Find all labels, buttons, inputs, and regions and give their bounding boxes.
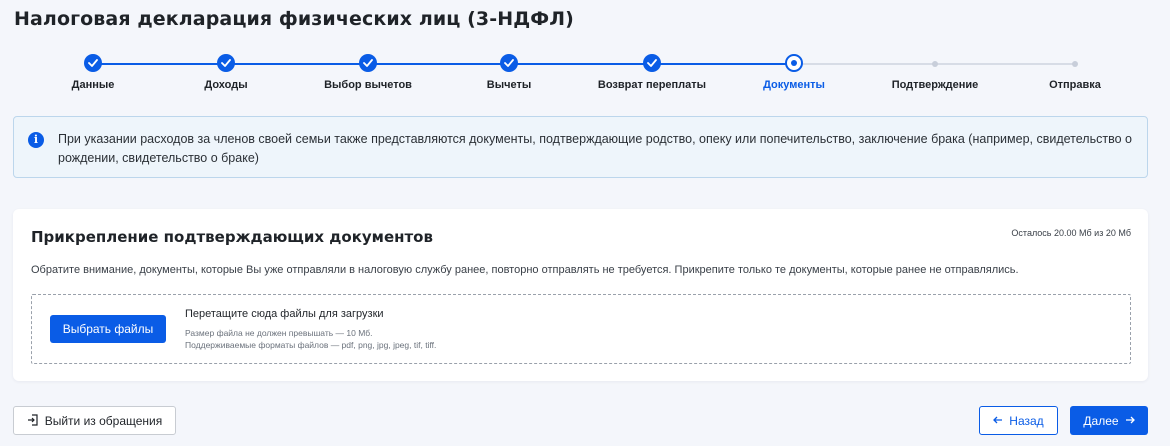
choose-files-button[interactable]: Выбрать файлы xyxy=(50,315,166,343)
step-label: Возврат переплаты xyxy=(597,79,707,91)
step-label: Выбор вычетов xyxy=(324,79,412,91)
exit-button-label: Выйти из обращения xyxy=(44,413,163,428)
page-title: Налоговая декларация физических лиц (3-Н… xyxy=(14,8,574,30)
dropzone-title: Перетащите сюда файлы для загрузки xyxy=(185,308,384,320)
step-label: Данные xyxy=(71,79,115,91)
arrow-left-icon xyxy=(993,415,1003,427)
step-label: Подтверждение xyxy=(891,79,979,91)
arrow-right-icon xyxy=(1125,415,1135,427)
stepper-progress-line xyxy=(93,63,794,65)
info-icon: i xyxy=(28,132,44,148)
info-text: При указании расходов за членов своей се… xyxy=(58,132,1132,165)
next-button-label: Далее xyxy=(1083,413,1119,428)
check-icon xyxy=(359,54,377,72)
step-label: Документы xyxy=(763,79,825,91)
exit-button[interactable]: Выйти из обращения xyxy=(13,406,176,435)
check-icon xyxy=(643,54,661,72)
info-banner: i При указании расходов за членов своей … xyxy=(13,116,1148,178)
step-label: Отправка xyxy=(1049,79,1101,91)
storage-quota: Осталось 20.00 Мб из 20 Мб xyxy=(1011,228,1131,238)
check-icon xyxy=(500,54,518,72)
step-label: Доходы xyxy=(204,79,248,91)
check-icon xyxy=(84,54,102,72)
next-button[interactable]: Далее xyxy=(1070,406,1148,435)
pending-step-dot xyxy=(1072,61,1078,67)
file-formats-hint: Поддерживаемые форматы файлов — pdf, png… xyxy=(185,340,437,350)
progress-stepper: Данные Доходы Выбор вычетов Вычеты Возвр… xyxy=(0,52,1170,96)
file-size-hint: Размер файла не должен превышать — 10 Мб… xyxy=(185,328,373,338)
file-dropzone[interactable]: Выбрать файлы Перетащите сюда файлы для … xyxy=(31,294,1131,364)
pending-step-dot xyxy=(932,61,938,67)
current-step-icon xyxy=(785,54,803,72)
logout-icon xyxy=(27,413,39,428)
back-button-label: Назад xyxy=(1009,413,1044,428)
section-title: Прикрепление подтверждающих документов xyxy=(31,228,433,246)
step-label: Вычеты xyxy=(486,79,532,91)
upload-card: Прикрепление подтверждающих документов О… xyxy=(13,209,1148,381)
back-button[interactable]: Назад xyxy=(979,406,1058,435)
check-icon xyxy=(217,54,235,72)
upload-note: Обратите внимание, документы, которые Вы… xyxy=(31,264,1019,276)
